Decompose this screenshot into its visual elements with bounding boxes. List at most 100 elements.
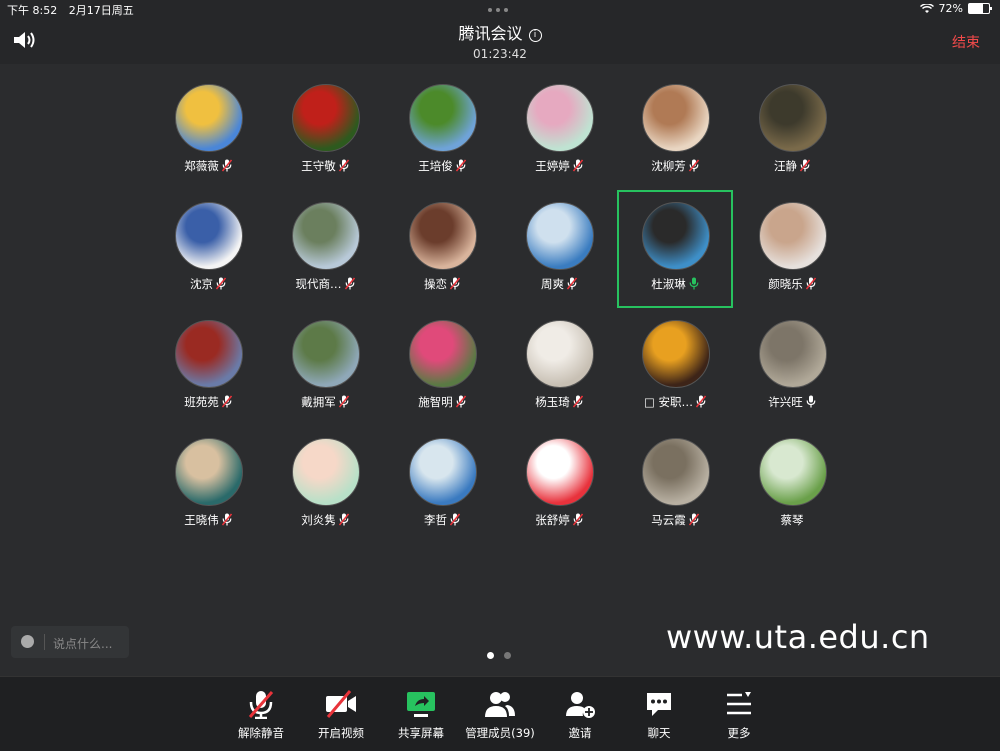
participant-tile[interactable]: 操恋 <box>384 190 500 308</box>
participant-tile[interactable]: 王培俊 <box>384 72 500 190</box>
avatar <box>292 438 360 506</box>
avatar <box>175 202 243 270</box>
participant-name: 王婷婷 <box>535 159 570 173</box>
participant-name: 张舒婷 <box>535 513 570 527</box>
avatar <box>759 84 827 152</box>
meeting-title: 腾讯会议 <box>458 24 523 43</box>
participant-name: 杨玉琦 <box>535 395 570 409</box>
avatar <box>526 202 594 270</box>
toolbar-label: 开启视频 <box>318 726 364 740</box>
participant-name: 操恋 <box>424 277 447 291</box>
avatar <box>292 320 360 388</box>
mic-muted-icon <box>449 513 461 529</box>
toolbar-label: 聊天 <box>647 726 671 740</box>
mic-muted-icon <box>338 395 349 411</box>
participant-tile[interactable]: 戴拥军 <box>267 308 383 426</box>
participant-tile[interactable]: 王晓伟 <box>150 426 266 544</box>
chat-button[interactable]: 聊天 <box>619 689 699 741</box>
participant-tile[interactable]: 王婷婷 <box>501 72 617 190</box>
more-button[interactable]: 更多 <box>699 689 779 741</box>
participant-name: 现代商… <box>295 277 342 291</box>
participant-tile[interactable]: 张舒婷 <box>501 426 617 544</box>
status-date: 2月17日周五 <box>68 4 134 17</box>
battery-icon <box>968 3 992 14</box>
meeting-timer: 01:23:42 <box>473 47 527 61</box>
participant-tile[interactable]: 现代商… <box>267 190 383 308</box>
chat-placeholder: 说点什么... <box>53 637 113 651</box>
participant-tile[interactable]: 王守敬 <box>267 72 383 190</box>
participant-tile[interactable]: □ 安职… <box>617 308 733 426</box>
participant-tile[interactable]: 颜晓乐 <box>734 190 850 308</box>
invite-button[interactable]: 邀请 <box>540 689 620 741</box>
participant-name: 郑薇薇 <box>184 159 219 173</box>
mic-muted-icon <box>688 513 699 529</box>
participant-name-row: 沈京 <box>150 276 266 293</box>
members-button[interactable]: 管理成员(39) <box>460 689 540 741</box>
invite-icon <box>540 689 620 719</box>
participant-tile[interactable]: 汪静 <box>734 72 850 190</box>
participant-name-row: 张舒婷 <box>501 512 617 529</box>
members-icon <box>460 689 540 719</box>
participant-tile[interactable]: 周爽 <box>501 190 617 308</box>
participant-name: 王培俊 <box>418 159 453 173</box>
mic-muted-icon <box>338 513 349 529</box>
participant-name-row: 沈柳芳 <box>617 158 733 175</box>
participant-name: 杜淑琳 <box>651 277 686 291</box>
multitask-dots[interactable] <box>488 8 508 12</box>
emoji-icon[interactable] <box>21 635 34 648</box>
avatar <box>526 438 594 506</box>
share-screen-button[interactable]: 共享屏幕 <box>381 689 461 741</box>
participant-tile[interactable]: 沈柳芳 <box>617 72 733 190</box>
participant-name: 沈京 <box>190 277 213 291</box>
participant-tile[interactable]: 杨玉琦 <box>501 308 617 426</box>
participant-tile[interactable]: 沈京 <box>150 190 266 308</box>
avatar <box>759 320 827 388</box>
avatar <box>526 320 594 388</box>
page-dot[interactable] <box>487 652 494 659</box>
end-meeting-button[interactable]: 结束 <box>952 32 980 52</box>
avatar <box>409 320 477 388</box>
participant-tile[interactable]: 李哲 <box>384 426 500 544</box>
mic-muted-icon <box>695 395 707 411</box>
mic-muted-icon <box>572 513 583 529</box>
participant-tile[interactable]: 班苑苑 <box>150 308 266 426</box>
participant-tile[interactable]: 郑薇薇 <box>150 72 266 190</box>
participant-name-row: 现代商… <box>267 276 383 293</box>
toolbar-label: 更多 <box>727 726 751 740</box>
mic-muted-icon <box>572 395 583 411</box>
participant-name-row: 王培俊 <box>384 158 500 175</box>
participant-name-row: 王婷婷 <box>501 158 617 175</box>
meeting-title-button[interactable]: 腾讯会议 i <box>0 20 1000 44</box>
participant-name: 李哲 <box>424 513 447 527</box>
mic-muted-icon <box>566 277 578 293</box>
participant-name: 许兴旺 <box>768 395 803 409</box>
info-icon[interactable]: i <box>528 29 542 42</box>
participant-name: 马云霞 <box>651 513 686 527</box>
participant-tile[interactable]: 施智明 <box>384 308 500 426</box>
mic-muted-icon <box>572 159 583 175</box>
participant-name-row: 周爽 <box>501 276 617 293</box>
page-indicator[interactable] <box>487 652 511 659</box>
avatar <box>175 84 243 152</box>
toolbar-label: 邀请 <box>568 726 592 740</box>
participant-name: 周爽 <box>541 277 564 291</box>
mic-muted-button[interactable]: 解除静音 <box>221 689 301 741</box>
page-dot[interactable] <box>504 652 511 659</box>
mic-muted-icon <box>221 513 232 529</box>
avatar <box>759 202 827 270</box>
status-time: 下午 8:52 <box>7 4 58 17</box>
participant-tile[interactable]: 马云霞 <box>617 426 733 544</box>
participant-name-row: 刘炎隽 <box>267 512 383 529</box>
participant-tile[interactable]: 杜淑琳 <box>617 190 733 308</box>
title-block: 腾讯会议 i 01:23:42 <box>0 20 1000 61</box>
chat-input[interactable]: 说点什么... <box>11 626 129 658</box>
toolbar-label: 管理成员(39) <box>465 726 535 740</box>
participant-tile[interactable]: 蔡琴 <box>734 426 850 544</box>
video-off-button[interactable]: 开启视频 <box>301 689 381 741</box>
mic-muted-icon <box>338 159 349 175</box>
avatar <box>642 84 710 152</box>
participant-tile[interactable]: 许兴旺 <box>734 308 850 426</box>
mic-icon <box>806 395 816 411</box>
participant-tile[interactable]: 刘炎隽 <box>267 426 383 544</box>
more-icon <box>699 689 779 719</box>
